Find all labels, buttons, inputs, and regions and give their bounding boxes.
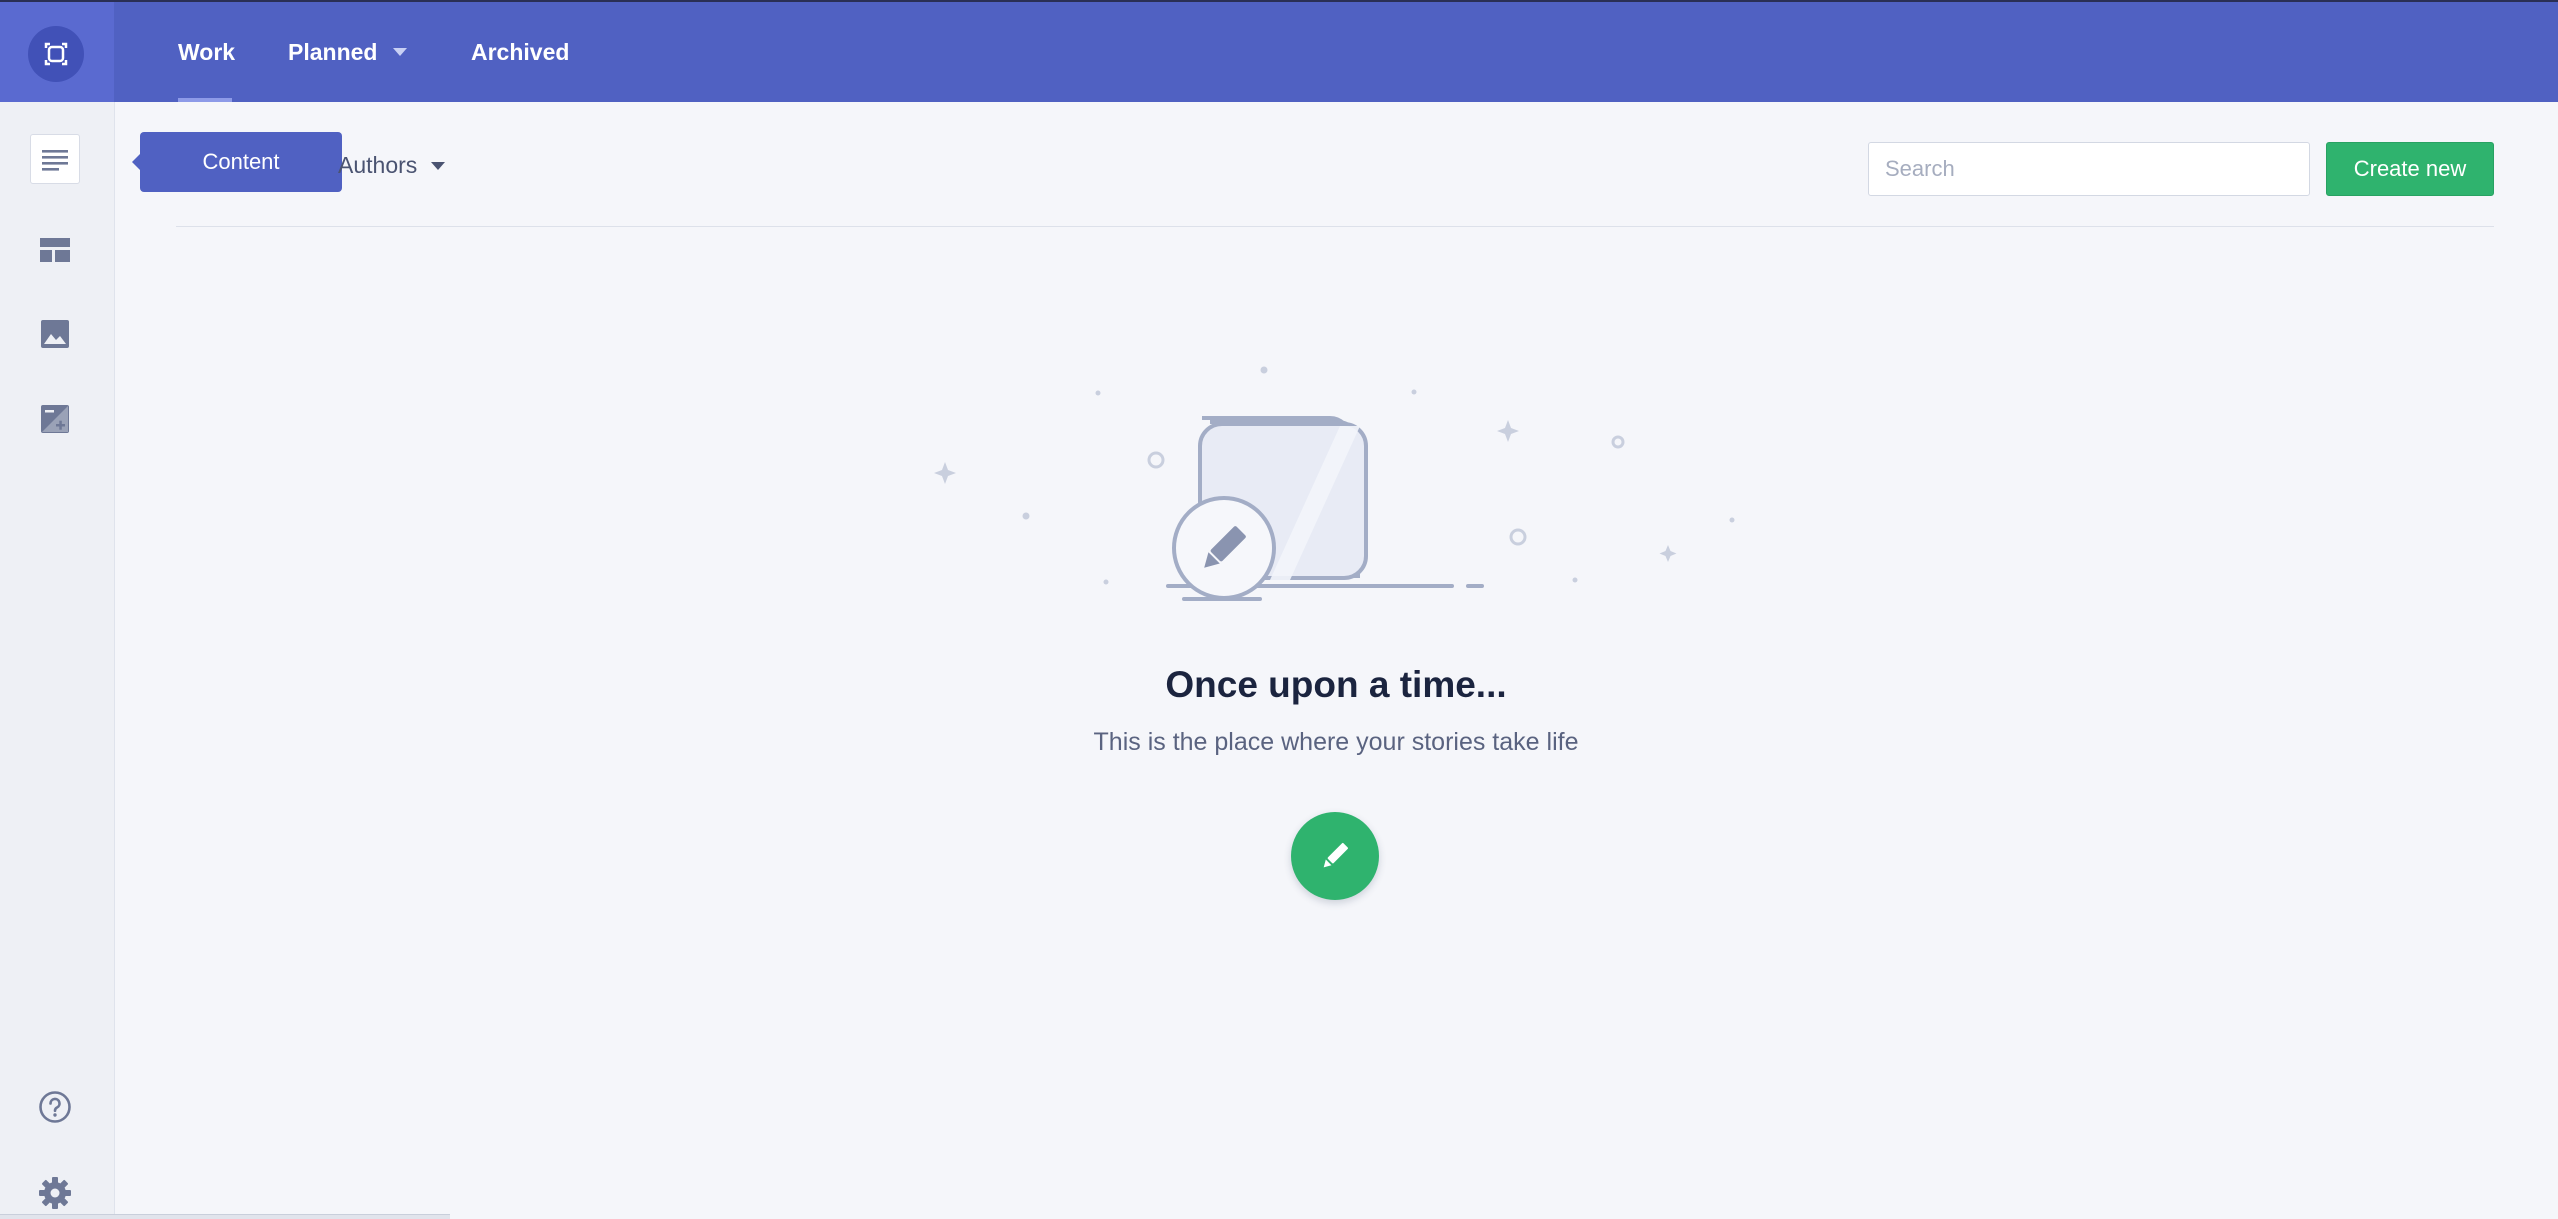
sidebar-item-settings[interactable] (30, 1168, 80, 1218)
authors-filter-label: Authors (338, 152, 418, 178)
sidebar-item-content[interactable] (30, 134, 80, 184)
tab-planned-label: Planned (288, 38, 378, 65)
empty-state-illustration (934, 366, 1735, 601)
storyblok-logo-icon[interactable] (28, 26, 84, 82)
tab-work[interactable]: Work (178, 2, 235, 102)
content-lines-icon (42, 150, 68, 171)
tab-archived-label: Archived (471, 38, 570, 65)
empty-state-title: Once upon a time... (1165, 664, 1507, 705)
image-edit-icon (41, 405, 69, 433)
gear-icon (39, 1177, 71, 1209)
logo-cell (0, 2, 114, 102)
tooltip-text: Content (202, 149, 280, 174)
sidebar-item-layout[interactable] (30, 225, 80, 275)
chevron-down-icon (393, 48, 408, 56)
search-input[interactable] (1868, 142, 2310, 196)
sidebar-item-help[interactable] (30, 1082, 80, 1132)
layout-icon (40, 238, 70, 262)
sidebar-item-image-editor[interactable] (30, 394, 80, 444)
create-new-button[interactable]: Create new (2326, 142, 2494, 196)
tab-archived[interactable]: Archived (471, 2, 569, 102)
chevron-down-icon (431, 161, 446, 170)
authors-filter[interactable]: Authors (338, 152, 446, 179)
status-strip (0, 1214, 450, 1219)
content-tooltip: Content (132, 132, 342, 192)
tab-planned[interactable]: Planned (288, 2, 408, 102)
toolbar-divider (176, 226, 2494, 227)
active-tab-indicator (178, 98, 232, 102)
tab-work-label: Work (178, 38, 236, 65)
pencil-icon (1323, 842, 1349, 868)
sidebar (0, 102, 115, 1218)
top-navigation-bar: Work Planned Archived (0, 0, 2558, 102)
help-icon (39, 1091, 71, 1123)
image-icon (41, 320, 69, 348)
sidebar-item-assets[interactable] (30, 309, 80, 359)
create-story-fab-button[interactable] (1291, 812, 1379, 900)
empty-state-subtitle: This is the place where your stories tak… (1093, 728, 1579, 756)
